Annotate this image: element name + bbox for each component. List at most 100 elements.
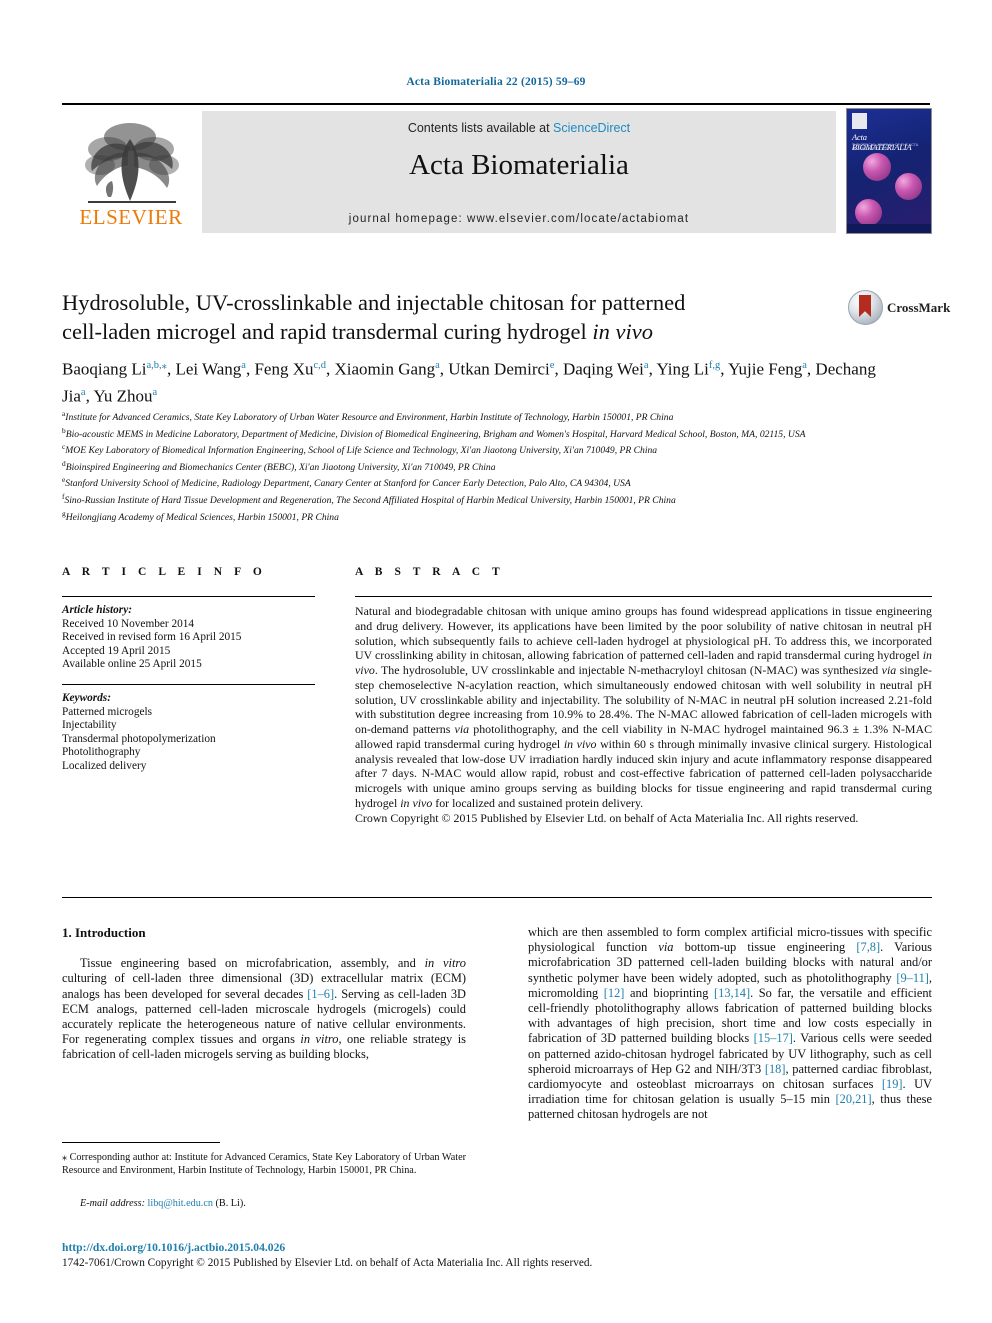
cover-sphere-icon [895, 173, 922, 200]
affiliation-marker: b [62, 425, 66, 435]
citation-link[interactable]: [9–11] [896, 971, 929, 985]
email-owner: (B. Li). [215, 1198, 246, 1209]
email-note: E-mail address: libq@hit.edu.cn (B. Li). [62, 1198, 466, 1211]
affiliation-marker: d [62, 458, 66, 468]
footnote-rule [62, 1142, 220, 1143]
title-in-vivo: in vivo [592, 319, 654, 344]
citation-link[interactable]: [12] [604, 986, 625, 1000]
corresponding-author-text: Corresponding author at: Institute for A… [62, 1152, 466, 1176]
sciencedirect-link[interactable]: ScienceDirect [553, 121, 630, 135]
affiliation-marker: f [62, 491, 65, 501]
cover-sphere-icon [855, 199, 882, 226]
running-head: Acta Biomaterialia 22 (2015) 59–69 [406, 76, 586, 88]
latin-phrase: via [881, 663, 897, 677]
abstract-heading: A B S T R A C T [355, 566, 505, 578]
crossmark-badge[interactable]: CrossMark [848, 288, 952, 330]
article-info-rule [62, 596, 315, 597]
abstract-body: Natural and biodegradable chitosan with … [355, 604, 932, 825]
email-label: E-mail address: [80, 1198, 145, 1209]
contents-lists-prefix: Contents lists available at [407, 121, 554, 135]
crossmark-label: CrossMark [887, 300, 951, 315]
citation-link[interactable]: [1–6] [307, 987, 334, 1001]
keywords-rule [62, 684, 315, 685]
keyword-item: Localized delivery [62, 759, 147, 772]
corresponding-author-marker: ⁎ [62, 1152, 70, 1163]
elsevier-tree-icon [80, 117, 184, 205]
author-affiliation-marker: e [549, 360, 555, 371]
keyword-item: Photolithography [62, 746, 141, 759]
email-link[interactable]: libq@hit.edu.cn [148, 1198, 213, 1209]
citation-link[interactable]: [20,21] [836, 1092, 872, 1106]
author-affiliation-marker: a [435, 360, 440, 371]
masthead-top-rule [62, 103, 930, 105]
affiliation-item: dBioinspired Engineering and Biomechanic… [62, 458, 496, 473]
title-line-2: cell-laden microgel and rapid transderma… [62, 319, 593, 344]
section-divider-rule [62, 897, 932, 898]
affiliation-item: bBio-acoustic MEMS in Medicine Laborator… [62, 425, 806, 440]
article-info-heading: A R T I C L E I N F O [62, 566, 267, 578]
latin-phrase: in vivo [563, 736, 597, 751]
author-affiliation-marker: f,g [708, 360, 721, 371]
author-affiliation-marker: a,b,⁎ [146, 360, 167, 371]
author-affiliation-marker: a [802, 360, 807, 371]
citation-link[interactable]: [13,14] [714, 986, 750, 1000]
elsevier-logo: ELSEVIER [72, 117, 190, 229]
body-column-right: which are then assembled to form complex… [528, 925, 932, 1123]
journal-homepage-url[interactable]: journal homepage: www.elsevier.com/locat… [202, 213, 836, 225]
latin-phrase: in vitro [300, 1032, 339, 1047]
abstract-copyright: Crown Copyright © 2015 Published by Else… [355, 810, 859, 825]
author-affiliation-marker: c,d [313, 360, 327, 371]
author-affiliation-marker: a [152, 386, 158, 398]
intro-paragraph-right: which are then assembled to form complex… [528, 925, 933, 1122]
journal-cover-thumbnail[interactable]: Acta BIOMATERIALIA THE OFFICIAL JOURNAL … [846, 108, 932, 234]
citation-link[interactable]: [7,8] [856, 940, 880, 954]
cover-footer-bar [847, 224, 931, 233]
section-heading-introduction: 1. Introduction [62, 925, 146, 940]
citation-link[interactable]: [19] [882, 1077, 903, 1091]
history-item: Accepted 19 April 2015 [62, 644, 171, 657]
author-name: Yu Zhou [93, 386, 153, 406]
latin-phrase: via [658, 940, 674, 955]
journal-masthead: ELSEVIER Contents lists available at Sci… [62, 103, 932, 236]
keywords-block: Keywords: Patterned microgels Injectabil… [62, 692, 315, 774]
cover-sphere-icon [863, 153, 891, 181]
author-affiliation-marker: a [643, 360, 649, 371]
elsevier-wordmark: ELSEVIER [79, 205, 183, 229]
abstract-rule [355, 596, 932, 597]
history-item: Received in revised form 16 April 2015 [62, 631, 242, 644]
crossmark-icon [848, 290, 883, 325]
history-item: Available online 25 April 2015 [62, 658, 202, 671]
keyword-item: Transdermal photopolymerization [62, 732, 216, 745]
intro-paragraph-left: Tissue engineering based on microfabrica… [62, 956, 466, 1062]
page-title: Hydrosoluble, UV-crosslinkable and injec… [62, 288, 822, 346]
keywords-label: Keywords: [62, 692, 111, 704]
author-name: Utkan Demirci [448, 359, 550, 379]
issn-copyright-line: 1742-7061/Crown Copyright © 2015 Publish… [62, 1257, 593, 1269]
abstract-text: Natural and biodegradable chitosan with … [355, 604, 933, 810]
author-name: Xiaomin Gang [334, 359, 436, 379]
cover-elsevier-mark [852, 113, 867, 129]
latin-phrase: in vitro [424, 956, 466, 971]
author-name: Feng Xu [254, 359, 314, 379]
affiliation-item: fSino-Russian Institute of Hard Tissue D… [62, 491, 676, 507]
affiliation-marker: g [62, 508, 66, 518]
crossmark-ribbon-icon [859, 295, 871, 317]
citation-link[interactable]: [18] [765, 1062, 786, 1076]
article-history-label: Article history: [62, 604, 132, 616]
cover-subtitle: THE OFFICIAL JOURNAL OF THE ACTA MATERIA… [852, 143, 918, 151]
latin-phrase: in vivo [355, 648, 932, 677]
affiliation-item: cMOE Key Laboratory of Biomedical Inform… [62, 442, 658, 457]
affiliation-list: aInstitute for Advanced Ceramics, State … [62, 408, 932, 524]
citation-link[interactable]: [15–17] [754, 1031, 793, 1045]
affiliation-item: aInstitute for Advanced Ceramics, State … [62, 409, 674, 424]
body-column-left: 1. Introduction Tissue engineering based… [62, 925, 466, 1063]
journal-banner: Contents lists available at ScienceDirec… [202, 111, 836, 233]
corresponding-author-note: ⁎ Corresponding author at: Institute for… [62, 1152, 466, 1177]
paper-page: Acta Biomaterialia 22 (2015) 59–69 ELSEV… [0, 0, 992, 1323]
keyword-item: Injectability [62, 719, 117, 732]
author-name: Daqing Wei [562, 359, 644, 379]
author-name: Lei Wang [175, 359, 242, 379]
affiliation-item: gHeilongjiang Academy of Medical Science… [62, 508, 339, 523]
doi-link[interactable]: http://dx.doi.org/10.1016/j.actbio.2015.… [62, 1241, 285, 1254]
keyword-item: Patterned microgels [62, 705, 153, 718]
